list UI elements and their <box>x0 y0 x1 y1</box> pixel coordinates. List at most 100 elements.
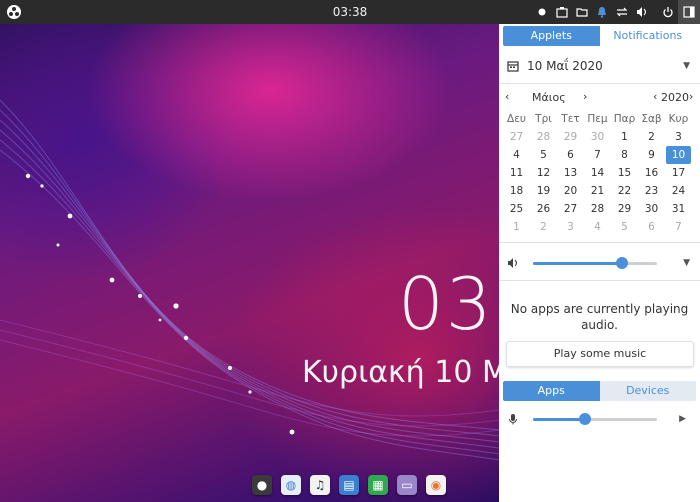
calendar-weekday: Δευ <box>507 113 526 125</box>
calendar-day[interactable]: 10 <box>666 146 691 164</box>
dock: ● ◍ ♫ ▤ ▦ ▭ ◉ <box>252 475 455 495</box>
volume-slider[interactable] <box>533 256 657 269</box>
chevron-down-icon[interactable]: ▼ <box>683 258 690 268</box>
calendar-day[interactable]: 1 <box>503 218 530 236</box>
dock-item-spreadsheet-app[interactable]: ▦ <box>368 475 388 495</box>
calendar-day[interactable]: 17 <box>665 164 692 182</box>
calendar-week-row: 18 19 20 21 22 23 24 <box>503 182 696 200</box>
calendar-day[interactable]: 30 <box>584 128 611 146</box>
dock-item-browser-app[interactable]: ◍ <box>281 475 301 495</box>
calendar-day[interactable]: 19 <box>530 182 557 200</box>
screenshot-icon[interactable] <box>554 4 570 20</box>
dock-item-document-app[interactable]: ▤ <box>339 475 359 495</box>
calendar-day[interactable]: 1 <box>611 128 638 146</box>
browser-app-icon: ◍ <box>285 478 297 492</box>
calendar-day[interactable]: 20 <box>557 182 584 200</box>
calendar-day[interactable]: 6 <box>557 146 584 164</box>
calendar-day[interactable]: 8 <box>611 146 638 164</box>
microphone-icon[interactable] <box>507 413 519 425</box>
notification-bell-icon[interactable] <box>594 4 610 20</box>
calendar-day[interactable]: 2 <box>638 128 665 146</box>
calendar-day[interactable]: 13 <box>557 164 584 182</box>
spreadsheet-app-icon: ▦ <box>372 478 384 492</box>
calendar-day[interactable]: 3 <box>665 128 692 146</box>
volume-slider-knob[interactable] <box>616 256 629 269</box>
microphone-slider[interactable] <box>533 412 657 425</box>
calendar-day[interactable]: 4 <box>503 146 530 164</box>
calendar-day[interactable]: 5 <box>611 218 638 236</box>
sound-input-row: ▶ <box>503 410 696 428</box>
calendar-day[interactable]: 6 <box>638 218 665 236</box>
calendar-day[interactable]: 15 <box>611 164 638 182</box>
calendar-header[interactable]: 10 Μαΐ 2020 ▼ <box>503 54 696 78</box>
calendar-weekday-row: Δευ Τρι Τετ Πεμ Παρ Σαβ Κυρ <box>503 110 696 128</box>
calendar-weekday: Σαβ <box>641 113 662 125</box>
no-media-message: No apps are currently playing audio. <box>510 302 689 332</box>
calendar-year: 2020 <box>661 91 689 104</box>
raven-sidebar: Applets Notifications 10 Μαΐ 2020 ▼ ‹ Μά… <box>499 24 700 502</box>
chevron-right-icon[interactable]: ▶ <box>679 414 686 424</box>
dock-item-firefox-app[interactable]: ◉ <box>426 475 446 495</box>
next-month-button[interactable]: › <box>583 90 587 103</box>
dock-item-budgie-app[interactable]: ● <box>252 475 272 495</box>
calendar-day[interactable]: 18 <box>503 182 530 200</box>
speaker-icon[interactable] <box>507 257 519 269</box>
calendar-day[interactable]: 31 <box>665 200 692 218</box>
calendar-day[interactable]: 7 <box>665 218 692 236</box>
calendar-day[interactable]: 21 <box>584 182 611 200</box>
calendar-day[interactable]: 14 <box>584 164 611 182</box>
tab-devices[interactable]: Devices <box>599 381 696 401</box>
calendar-day[interactable]: 29 <box>557 128 584 146</box>
budgie-logo-icon[interactable] <box>6 4 22 20</box>
calendar-day[interactable]: 27 <box>557 200 584 218</box>
calendar-day[interactable]: 29 <box>611 200 638 218</box>
volume-slider-fill <box>533 261 623 265</box>
calendar-day[interactable]: 22 <box>611 182 638 200</box>
calendar-day[interactable]: 26 <box>530 200 557 218</box>
volume-icon[interactable] <box>634 4 650 20</box>
calendar-week-row: 27 28 29 30 1 2 3 <box>503 128 696 146</box>
calendar-day[interactable]: 5 <box>530 146 557 164</box>
document-app-icon: ▤ <box>343 478 355 492</box>
calendar-day[interactable]: 30 <box>638 200 665 218</box>
microphone-slider-knob[interactable] <box>579 412 592 425</box>
calendar-weekday: Κυρ <box>668 113 689 125</box>
chevron-down-icon[interactable]: ▼ <box>683 61 690 71</box>
calendar-day[interactable]: 2 <box>530 218 557 236</box>
panel-view-switcher: Applets Notifications <box>503 26 696 46</box>
calendar-month: Μάιος <box>532 91 566 104</box>
dock-item-music-app[interactable]: ♫ <box>310 475 330 495</box>
calendar-week-row: 25 26 27 28 29 30 31 <box>503 200 696 218</box>
calendar-week-row: 4 5 6 7 8 9 10 <box>503 146 696 164</box>
next-year-button[interactable]: › <box>689 90 693 103</box>
tab-applets[interactable]: Applets <box>503 26 600 46</box>
calendar-day[interactable]: 28 <box>584 200 611 218</box>
calendar-day[interactable]: 27 <box>503 128 530 146</box>
tab-apps[interactable]: Apps <box>503 381 600 401</box>
calendar-day[interactable]: 24 <box>665 182 692 200</box>
prev-year-button[interactable]: ‹ <box>653 90 657 103</box>
calendar-day[interactable]: 3 <box>557 218 584 236</box>
calendar-day[interactable]: 23 <box>638 182 665 200</box>
network-arrows-icon[interactable] <box>614 4 630 20</box>
dock-item-files-app[interactable]: ▭ <box>397 475 417 495</box>
clock-time[interactable]: 03:38 <box>333 5 368 19</box>
prev-month-button[interactable]: ‹ <box>505 90 509 103</box>
calendar-day[interactable]: 9 <box>638 146 665 164</box>
calendar-day[interactable]: 11 <box>503 164 530 182</box>
play-music-button[interactable]: Play some music <box>506 341 694 367</box>
tab-notifications[interactable]: Notifications <box>599 26 696 46</box>
folder-icon[interactable] <box>574 4 590 20</box>
calendar-day[interactable]: 12 <box>530 164 557 182</box>
power-icon[interactable] <box>660 4 676 20</box>
calendar-weekday: Τρι <box>535 113 552 125</box>
calendar-day[interactable]: 4 <box>584 218 611 236</box>
calendar-day[interactable]: 16 <box>638 164 665 182</box>
sidebar-toggle-icon[interactable] <box>678 0 700 24</box>
record-dot-icon[interactable] <box>534 4 550 20</box>
calendar-day[interactable]: 28 <box>530 128 557 146</box>
top-panel: 03:38 <box>0 0 700 24</box>
divider <box>499 83 700 84</box>
calendar-day[interactable]: 25 <box>503 200 530 218</box>
calendar-day[interactable]: 7 <box>584 146 611 164</box>
